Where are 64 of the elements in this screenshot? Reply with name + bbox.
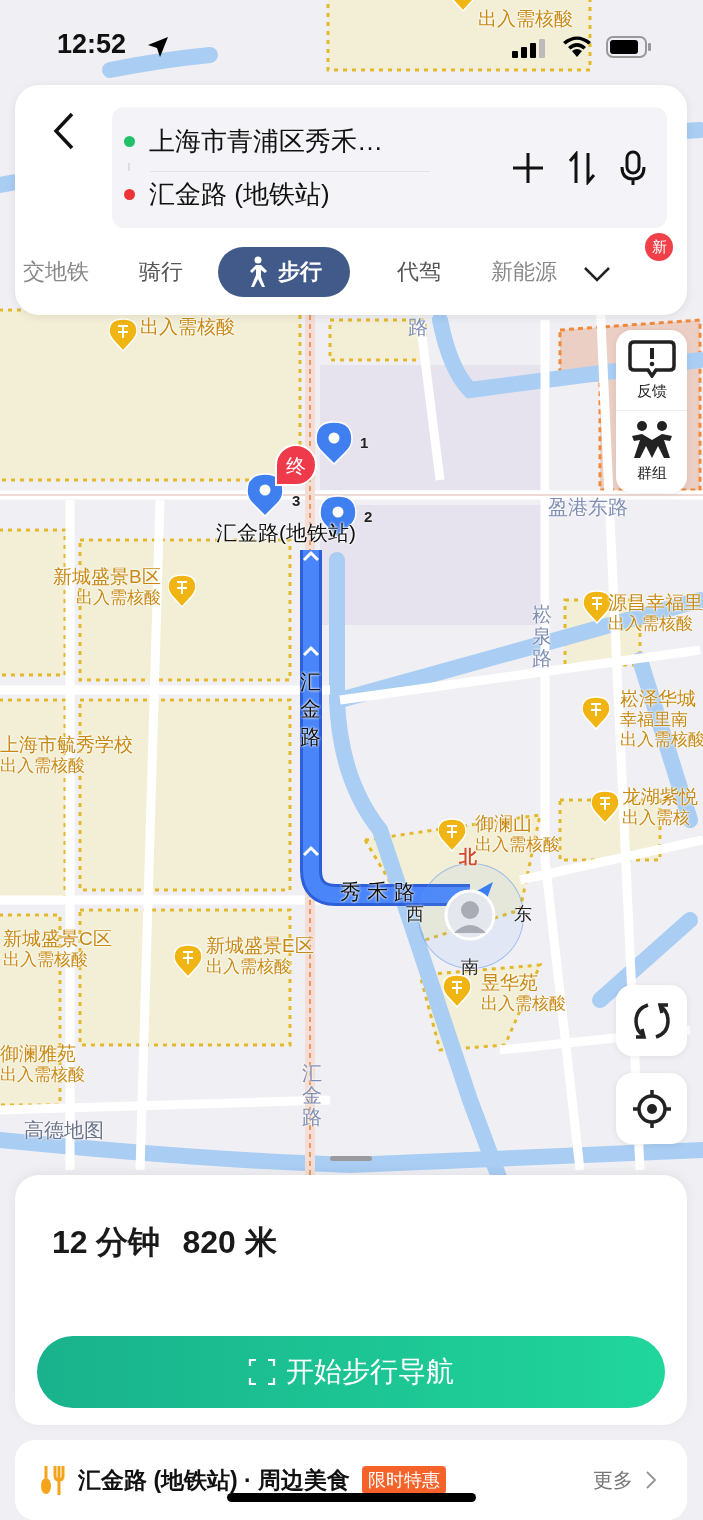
poi-label: 新城盛景B区 出入需核酸	[53, 566, 161, 608]
drag-handle[interactable]	[330, 1156, 372, 1161]
new-badge: 新	[645, 233, 673, 261]
poi-label: 出入需核酸	[140, 316, 235, 338]
ar-icon	[248, 1358, 276, 1386]
group-button[interactable]: 群组	[616, 411, 687, 492]
chevron-right-icon	[645, 1470, 657, 1490]
marker-number: 2	[364, 508, 373, 525]
poi-label: 出入需核酸	[478, 8, 573, 30]
mode-tab[interactable]: 新能源	[466, 247, 557, 297]
mode-tab[interactable]: 步行	[218, 247, 350, 297]
road-label: 汇金路	[302, 1062, 322, 1128]
compass-label: 南	[461, 956, 479, 979]
distance-text: 820 米	[182, 1223, 277, 1262]
locate-icon	[631, 1088, 672, 1129]
plus-icon	[511, 150, 545, 185]
mode-tab[interactable]: 交地铁	[23, 247, 114, 297]
poi-label: 昱华苑 出入需核酸	[481, 972, 566, 1014]
chevron-left-icon	[51, 111, 76, 151]
microphone-icon	[619, 149, 647, 186]
mode-tab[interactable]: 骑行	[114, 247, 208, 297]
marker-number: 3	[292, 492, 301, 509]
microphone-button[interactable]	[619, 149, 647, 186]
swap-icon	[567, 150, 597, 185]
promo-badge: 限时特惠	[362, 1466, 447, 1494]
road-label: 路	[408, 316, 428, 338]
map-logo: 高德地图	[24, 1118, 104, 1143]
marker-number: 1	[360, 434, 369, 451]
locate-button[interactable]	[616, 1073, 687, 1144]
road-label: 崧泉路	[532, 603, 552, 669]
poi-label: 御澜雅苑 出入需核酸	[0, 1043, 85, 1085]
avatar-icon	[444, 889, 496, 941]
fork-spoon-icon	[40, 1464, 66, 1496]
destination-field[interactable]: 汇金路 (地铁站)	[149, 176, 330, 212]
poi-label: 御澜山 出入需核酸	[475, 813, 560, 854]
swap-button[interactable]	[567, 150, 597, 185]
duration-text: 12 分钟	[52, 1223, 161, 1262]
poi-label: 龙湖紫悦 出入需核	[622, 786, 698, 828]
mode-tab[interactable]: 代驾	[372, 247, 466, 297]
poi-label: 新城盛景E区 出入需核酸	[206, 935, 314, 977]
poi-pin-icon[interactable]	[109, 318, 137, 352]
rotate-button[interactable]	[616, 985, 687, 1056]
end-dot-icon	[124, 188, 135, 200]
route-street-label: 秀 禾 路	[340, 880, 415, 904]
two-people-icon	[629, 420, 674, 460]
poi-label: 新城盛景C区 出入需核酸	[3, 928, 112, 970]
start-dot-icon	[124, 135, 135, 147]
compass-label: 西	[406, 903, 424, 926]
route-street-label: 汇金路	[300, 669, 321, 750]
compass-label: 北	[459, 847, 477, 869]
wifi-icon	[562, 36, 592, 58]
feedback-button[interactable]: 反馈	[616, 330, 687, 411]
more-link[interactable]: 更多	[593, 1466, 633, 1494]
location-arrow-icon	[146, 35, 170, 59]
status-time: 12:52	[57, 29, 127, 60]
nearby-title: 汇金路 (地铁站) · 周边美食	[78, 1465, 351, 1495]
poi-label: 上海市毓秀学校 出入需核酸	[0, 734, 133, 776]
road-label: 盈港东路	[548, 496, 628, 518]
speech-bubble-exclamation-icon	[627, 339, 676, 378]
chevron-down-icon	[583, 264, 611, 283]
compass-label: 东	[514, 903, 532, 926]
add-stop-button[interactable]	[511, 150, 545, 185]
battery-icon	[606, 36, 652, 58]
origin-field[interactable]: 上海市青浦区秀禾…	[149, 123, 383, 159]
